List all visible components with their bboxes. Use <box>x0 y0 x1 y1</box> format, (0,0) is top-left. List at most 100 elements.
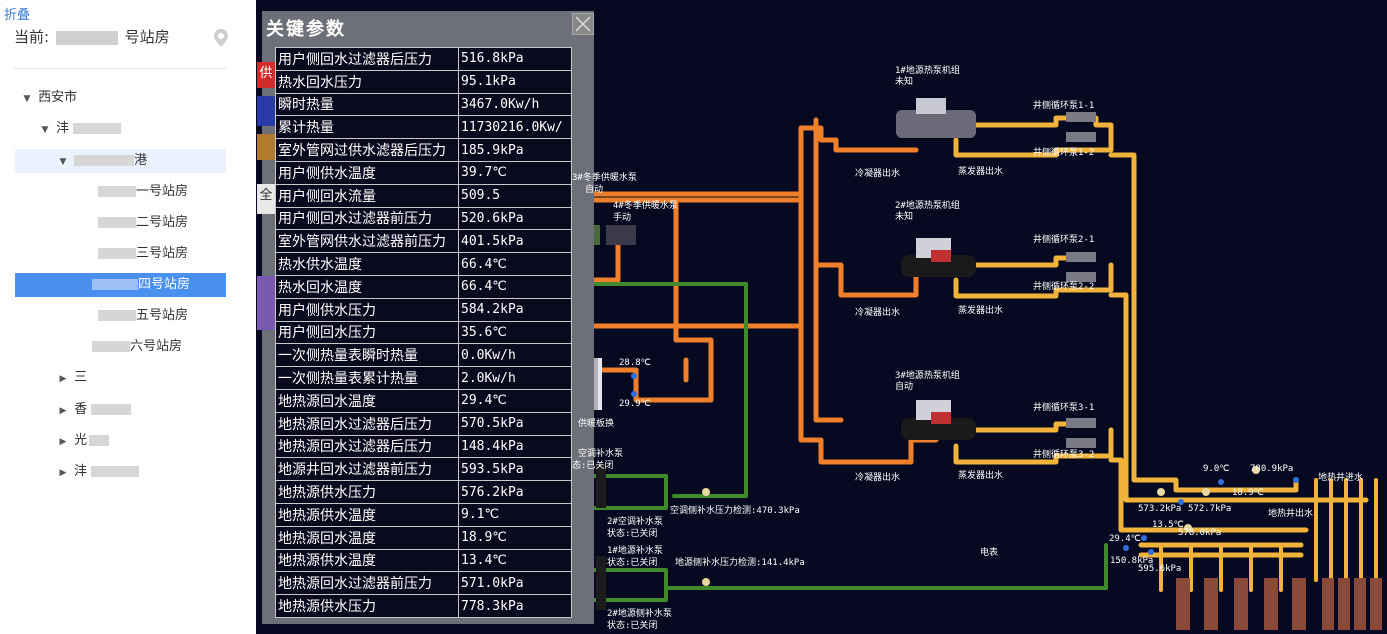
reading-t4: 29.4℃ <box>1109 534 1141 544</box>
location-pin-icon[interactable] <box>212 28 230 48</box>
param-value: 576.2kPa <box>458 480 572 504</box>
param-label: 地热源回水温度 <box>275 525 459 550</box>
unit3-state: 自动 <box>895 382 914 392</box>
close-icon[interactable] <box>573 14 593 34</box>
tree-node-collapsed-4[interactable]: ▶ 沣 <box>56 460 140 485</box>
heat-pump-unit-1[interactable] <box>896 98 976 138</box>
orange-pipe <box>813 262 844 423</box>
chevron-right-icon[interactable]: ▶ <box>56 461 70 485</box>
reading-t1: 9.0℃ <box>1203 464 1230 474</box>
chevron-right-icon[interactable]: ▶ <box>56 367 70 391</box>
param-row: 地热源回水过滤器后压力 148.4kPa <box>275 434 572 459</box>
param-value: 520.6kPa <box>458 206 572 231</box>
param-row: 一次侧热量表累计热量 2.0Kw/h <box>275 366 572 390</box>
tab-orange[interactable] <box>257 134 275 160</box>
param-row: 地热源供水温度 13.4℃ <box>275 548 572 573</box>
tree-node-level2[interactable]: ▼ 沣 <box>38 117 122 142</box>
param-value: 3467.0Kw/h <box>458 92 572 117</box>
param-row: 地热源回水过滤器前压力 571.0kPa <box>275 571 572 596</box>
chevron-down-icon[interactable]: ▼ <box>38 118 52 142</box>
evap-out-2: 蒸发器出水 <box>958 306 1004 316</box>
param-row: 地热源供水温度 9.1℃ <box>275 502 572 527</box>
chevron-down-icon[interactable]: ▼ <box>20 87 34 111</box>
param-value: 66.4℃ <box>458 274 572 299</box>
orange-pipe <box>571 197 804 329</box>
redacted-text <box>55 30 118 45</box>
chevron-right-icon[interactable]: ▶ <box>56 430 70 454</box>
well-in-label: 地热井进水 <box>1318 473 1364 483</box>
param-label: 热水供水温度 <box>275 252 459 276</box>
tree-node-collapsed-1[interactable]: ▶ 三 <box>56 366 88 391</box>
param-label: 热水回水压力 <box>275 69 459 94</box>
param-value: 2.0Kw/h <box>458 366 572 390</box>
param-row: 地热源回水温度 29.4℃ <box>275 388 572 413</box>
param-value: 509.5 <box>458 183 572 208</box>
param-label: 累计热量 <box>275 115 459 140</box>
param-label: 瞬时热量 <box>275 92 459 117</box>
param-value: 35.6℃ <box>458 320 572 345</box>
param-row: 用户侧回水过滤器后压力 516.8kPa <box>275 47 572 71</box>
param-label: 用户侧供水压力 <box>275 297 459 322</box>
well-pump-3-1: 井侧循环泵3-1 <box>1033 403 1095 413</box>
redacted-text <box>74 155 135 166</box>
tree-node-level3[interactable]: ▼ 港 <box>56 149 148 174</box>
redacted-text <box>98 248 136 259</box>
orange-pipe <box>633 197 714 403</box>
param-row: 用户侧供水压力 584.2kPa <box>275 297 572 322</box>
chevron-right-icon[interactable]: ▶ <box>56 399 70 423</box>
tree-node-xian[interactable]: ▼ 西安市 <box>20 86 78 111</box>
param-row: 累计热量 11730216.0Kw/ <box>275 115 572 140</box>
tree-leaf-station-3[interactable]: 三号站房 <box>98 242 188 266</box>
fold-button[interactable]: 折叠 <box>4 4 30 23</box>
makeup-pumps[interactable] <box>596 464 606 610</box>
tree-node-collapsed-3[interactable]: ▶ 光 <box>56 429 110 454</box>
redacted-text <box>91 404 132 415</box>
pump4-state: 手动 <box>613 213 632 223</box>
tab-all[interactable]: 全 <box>257 184 275 214</box>
side-handle[interactable] <box>257 276 275 330</box>
param-value: 570.5kPa <box>458 411 572 436</box>
param-row: 热水供水温度 66.4℃ <box>275 252 572 276</box>
tree-leaf-station-6[interactable]: 六号站房 <box>92 335 182 359</box>
param-label: 地热源回水过滤器前压力 <box>275 571 459 596</box>
param-value: 401.5kPa <box>458 229 572 254</box>
tab-blue[interactable] <box>257 96 275 126</box>
current-station-name: 号站房 <box>124 28 170 46</box>
tree-leaf-station-5[interactable]: 五号站房 <box>98 304 188 328</box>
unit1-state: 未知 <box>895 77 914 87</box>
close-icon[interactable] <box>572 13 594 35</box>
param-label: 一次侧热量表瞬时热量 <box>275 343 459 368</box>
param-label: 用户侧回水过滤器后压力 <box>275 47 459 71</box>
param-row: 用户侧回水过滤器前压力 520.6kPa <box>275 206 572 231</box>
heat-pump-unit-3[interactable] <box>901 400 976 440</box>
redacted-text <box>98 186 136 197</box>
cond-out-2: 冷凝器出水 <box>855 308 901 318</box>
param-row: 地热源供水压力 576.2kPa <box>275 480 572 504</box>
param-row: 地热源回水过滤器后压力 570.5kPa <box>275 411 572 436</box>
chevron-down-icon[interactable]: ▼ <box>56 150 70 174</box>
redacted-text <box>91 466 140 477</box>
param-label: 用户侧供水温度 <box>275 160 459 185</box>
tree-node-collapsed-2[interactable]: ▶ 香 <box>56 398 132 423</box>
param-value: 778.3kPa <box>458 594 572 618</box>
param-row: 室外管网过供水滤器后压力 185.9kPa <box>275 138 572 162</box>
param-value: 148.4kPa <box>458 434 572 459</box>
param-value: 516.8kPa <box>458 47 572 71</box>
tree-leaf-station-4[interactable]: 四号站房 <box>92 273 190 297</box>
heat-pump-unit-2[interactable] <box>901 238 976 277</box>
pump3-name: 3#冬季供暖水泵 <box>572 173 637 183</box>
param-row: 瞬时热量 3467.0Kw/h <box>275 92 572 117</box>
param-value: 18.9℃ <box>458 525 572 550</box>
param-label: 室外管网过供水滤器后压力 <box>275 138 459 162</box>
param-row: 地热源供水压力 778.3kPa <box>275 594 572 618</box>
station-tree-panel: 折叠 当前: 号站房 ▼ 西安市 ▼ 沣 ▼ 港 一号站房 二号站房 三号站房 … <box>0 0 256 634</box>
reading-p2: 573.2kPa <box>1138 504 1182 514</box>
param-row: 用户侧供水温度 39.7℃ <box>275 160 572 185</box>
tree-leaf-station-2[interactable]: 二号站房 <box>98 211 188 235</box>
well-pump-1-2: 井侧循环泵1-2 <box>1033 148 1095 158</box>
hx-label: 供暖板换 <box>578 419 615 429</box>
tab-supply[interactable]: 供 <box>257 62 275 88</box>
tree-leaf-station-1[interactable]: 一号站房 <box>98 180 188 204</box>
unit2-state: 未知 <box>895 212 914 222</box>
pump3-state: 自动 <box>585 185 604 195</box>
